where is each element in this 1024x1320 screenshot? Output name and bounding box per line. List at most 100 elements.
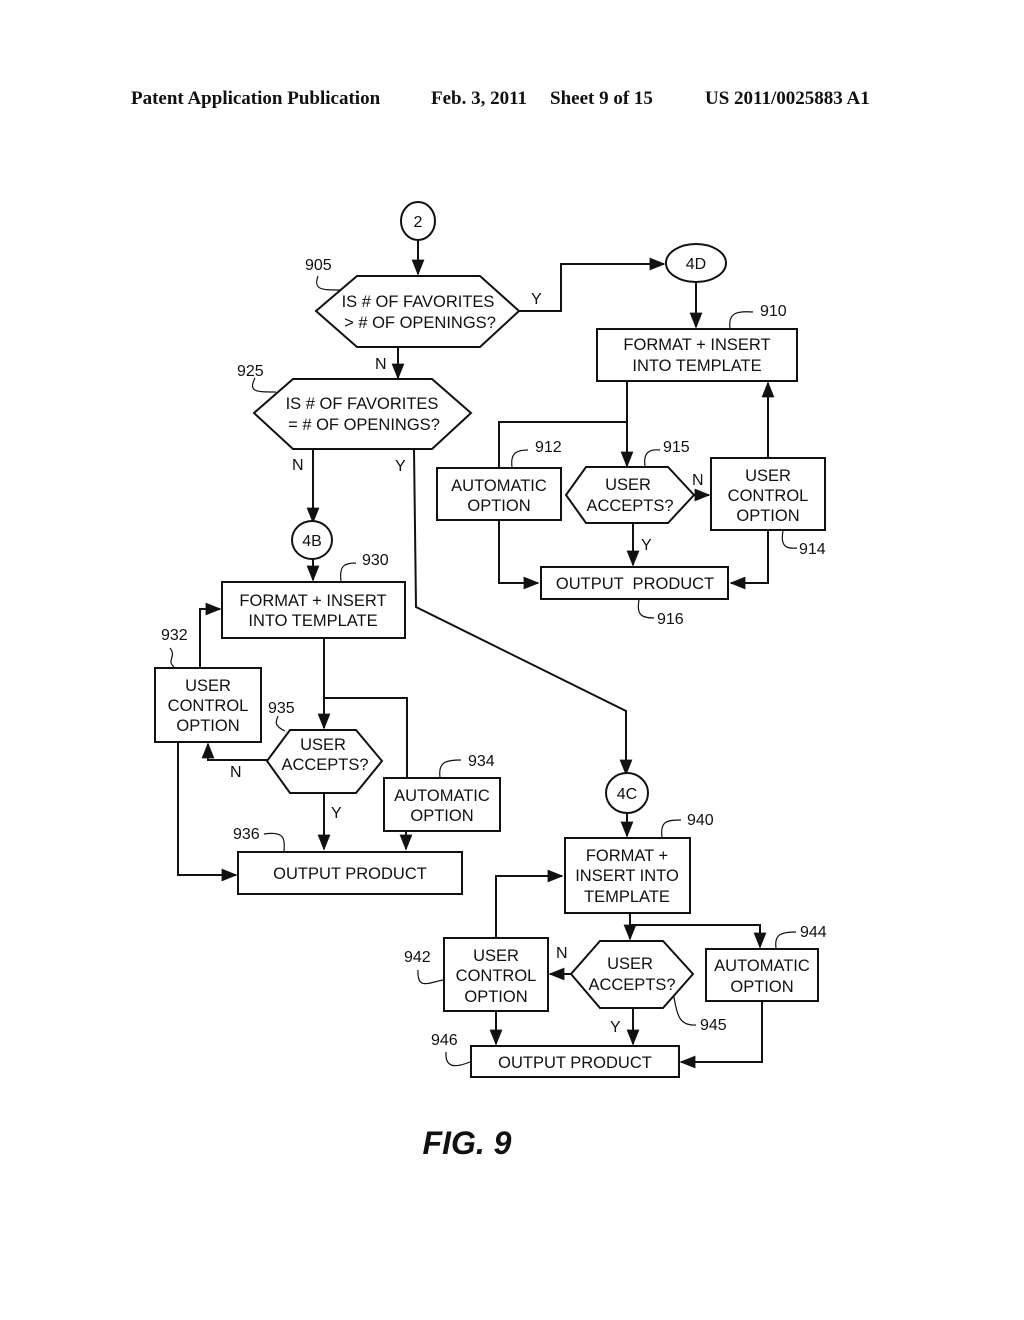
leader-line	[511, 449, 529, 468]
flow-arrow	[177, 742, 238, 882]
ref-945: 945	[700, 1017, 727, 1034]
format-910-line1: FORMAT + INSERT	[623, 336, 770, 354]
leader-line	[169, 647, 175, 668]
user-control-942-line1: USER	[473, 947, 519, 965]
output-product-936: OUTPUT PRODUCT 936	[233, 826, 463, 895]
connector-4d: 4D	[665, 243, 727, 283]
output-946-label: OUTPUT PRODUCT	[498, 1054, 652, 1072]
user-control-932-line3: OPTION	[176, 717, 239, 735]
no-label-905: N	[375, 356, 387, 373]
output-936-label: OUTPUT PRODUCT	[273, 865, 427, 883]
connector-4c: 4C	[605, 772, 649, 814]
ref-940: 940	[687, 812, 714, 829]
flow-arrow	[199, 602, 222, 668]
leader-line	[661, 819, 682, 838]
start-connector: 2	[400, 201, 436, 241]
automatic-option-944: AUTOMATIC OPTION 944	[705, 924, 827, 1002]
automatic-944-line2: OPTION	[730, 978, 793, 996]
leader-line	[251, 377, 277, 393]
ref-905: 905	[305, 257, 332, 274]
automatic-934-line1: AUTOMATIC	[394, 787, 490, 805]
output-product-946: OUTPUT PRODUCT 946	[431, 1032, 680, 1078]
user-control-942-line3: OPTION	[464, 988, 527, 1006]
figure-label: FIG. 9	[423, 1125, 512, 1161]
decision-925-line2: = # OF OPENINGS?	[288, 416, 440, 434]
automatic-912-line1: AUTOMATIC	[451, 477, 547, 495]
flowchart: 2 IS # OF FAVORITES > # OF OPENINGS? 905…	[154, 201, 827, 1161]
leader-line	[263, 832, 285, 852]
ref-942: 942	[404, 949, 431, 966]
output-916-label: OUTPUT PRODUCT	[556, 575, 714, 593]
leader-line	[445, 1051, 471, 1067]
decision-945-line1: USER	[607, 955, 653, 973]
leader-line	[729, 311, 754, 329]
ref-932: 932	[161, 627, 188, 644]
leader-line	[775, 931, 797, 949]
leader-line	[439, 759, 462, 778]
no-label-925: N	[292, 457, 304, 474]
decision-945: USER ACCEPTS? 945	[569, 940, 727, 1034]
user-control-932-line2: CONTROL	[168, 697, 249, 715]
connector-4b: 4B	[291, 520, 333, 560]
decision-935-line2: ACCEPTS?	[281, 756, 368, 774]
yes-label-935: Y	[331, 805, 342, 822]
format-940-line1: FORMAT +	[586, 847, 668, 865]
decision-915: USER ACCEPTS? 915	[564, 439, 696, 524]
ref-936: 936	[233, 826, 260, 843]
decision-905: IS # OF FAVORITES > # OF OPENINGS? 905	[305, 257, 521, 348]
leader-line	[275, 715, 286, 732]
format-940-line3: TEMPLATE	[584, 888, 670, 906]
leader-line	[781, 530, 798, 549]
connector-4d-label: 4D	[686, 256, 706, 273]
ref-930: 930	[362, 552, 389, 569]
user-control-942-line2: CONTROL	[456, 967, 537, 985]
format-930-line2: INTO TEMPLATE	[248, 612, 377, 630]
no-label-945: N	[556, 945, 568, 962]
ref-915: 915	[663, 439, 690, 456]
ref-935: 935	[268, 700, 295, 717]
yes-label-915: Y	[641, 537, 652, 554]
flow-line	[498, 421, 627, 468]
start-connector-label: 2	[414, 214, 423, 231]
automatic-934-line2: OPTION	[410, 807, 473, 825]
leader-line	[644, 449, 661, 467]
ref-916: 916	[657, 611, 684, 628]
decision-915-line1: USER	[605, 476, 651, 494]
automatic-option-934: AUTOMATIC OPTION 934	[383, 753, 501, 832]
leader-line	[340, 562, 357, 582]
no-path-935	[201, 742, 267, 761]
flow-arrow	[495, 869, 564, 938]
format-930-line1: FORMAT + INSERT	[239, 592, 386, 610]
automatic-944-line1: AUTOMATIC	[714, 957, 810, 975]
no-label-935: N	[230, 764, 242, 781]
decision-935-line1: USER	[300, 736, 346, 754]
yes-label-945: Y	[610, 1019, 621, 1036]
output-product-916: OUTPUT PRODUCT 916	[540, 566, 729, 628]
yes-label-905: Y	[531, 291, 542, 308]
decision-915-line2: ACCEPTS?	[586, 497, 673, 515]
decision-905-line2: > # OF OPENINGS?	[344, 314, 496, 332]
yes-label-925: Y	[395, 458, 406, 475]
user-control-914-line3: OPTION	[736, 507, 799, 525]
user-control-932-line1: USER	[185, 677, 231, 695]
leader-line	[637, 599, 655, 619]
ref-910: 910	[760, 303, 787, 320]
ref-934: 934	[468, 753, 495, 770]
user-control-option-932: USER CONTROL OPTION 932	[154, 627, 262, 743]
flow-arrow	[498, 520, 540, 590]
user-control-option-942: USER CONTROL OPTION 942	[404, 937, 549, 1012]
automatic-912-line2: OPTION	[467, 497, 530, 515]
ref-944: 944	[800, 924, 827, 941]
connector-4b-label: 4B	[302, 533, 322, 550]
decision-905-line1: IS # OF FAVORITES	[342, 293, 495, 311]
ref-925: 925	[237, 363, 264, 380]
flow-arrow	[729, 530, 769, 590]
decision-925-line1: IS # OF FAVORITES	[286, 395, 439, 413]
decision-925: IS # OF FAVORITES = # OF OPENINGS? 925	[237, 363, 473, 450]
decision-945-line2: ACCEPTS?	[588, 976, 675, 994]
leader-line	[316, 275, 341, 291]
connector-4c-label: 4C	[617, 786, 637, 803]
user-control-914-line1: USER	[745, 467, 791, 485]
no-label-915: N	[692, 472, 704, 489]
format-insert-940: FORMAT + INSERT INTO TEMPLATE 940	[564, 812, 714, 914]
